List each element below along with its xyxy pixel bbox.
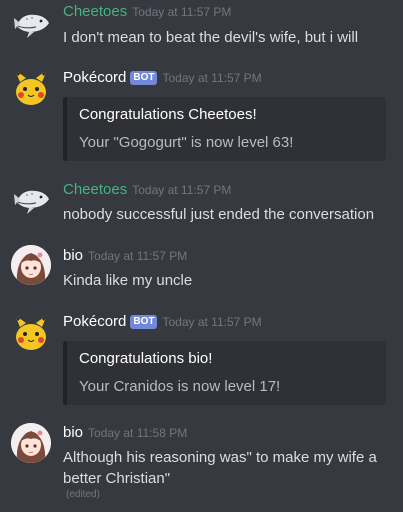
bio-avatar[interactable] [11, 423, 51, 463]
pokecord-avatar[interactable] [11, 68, 51, 108]
author-name[interactable]: Pokécord [63, 69, 126, 86]
author-name[interactable]: Cheetoes [63, 181, 127, 198]
timestamp: Today at 11:58 PM [88, 426, 188, 440]
level-up-embed: Congratulations Cheetoes! Your "Gogogurt… [63, 97, 386, 161]
anime-girl-icon [11, 423, 51, 463]
timestamp: Today at 11:57 PM [132, 183, 232, 197]
embed-title: Congratulations Cheetoes! [79, 106, 257, 123]
timestamp: Today at 11:57 PM [132, 5, 232, 19]
anime-girl-icon [11, 245, 51, 285]
bio-avatar[interactable] [11, 245, 51, 285]
whale-shark-icon [14, 14, 49, 38]
message-text: I don't mean to beat the devil's wife, b… [63, 29, 359, 46]
embed-title: Congratulations bio! [79, 350, 213, 367]
embed-description: Your "Gogogurt" is now level 63! [79, 134, 294, 151]
author-name[interactable]: bio [63, 424, 83, 441]
bot-badge: BOT [130, 71, 158, 85]
author-name[interactable]: Cheetoes [63, 3, 127, 20]
timestamp: Today at 11:57 PM [162, 71, 262, 85]
embed-description: Your Cranidos is now level 17! [79, 378, 281, 395]
pokecord-avatar[interactable] [11, 313, 51, 353]
message-bio-2: bio Today at 11:58 PM Although his reason… [0, 420, 403, 512]
edited-label: (edited) [66, 489, 100, 500]
message-text: Kinda like my uncle [63, 272, 193, 289]
pikachu-icon [15, 315, 47, 350]
timestamp: Today at 11:57 PM [88, 249, 188, 263]
cheetoes-avatar[interactable] [11, 4, 51, 44]
message-cheetoes-1: Cheetoes Today at 11:57 PM I don't mean t… [0, 0, 403, 50]
message-text: Although his reasoning was" to make my w… [63, 447, 393, 501]
message-body: Although his reasoning was" to make my w… [63, 449, 377, 487]
author-name[interactable]: bio [63, 247, 83, 264]
timestamp: Today at 11:57 PM [162, 315, 262, 329]
message-pokecord-2: Pokécord BOT Today at 11:57 PM Congratulat… [0, 309, 403, 409]
whale-shark-icon [14, 190, 49, 214]
message-bio-1: bio Today at 11:57 PM Kinda like my uncle [0, 242, 403, 292]
author-name[interactable]: Pokécord [63, 313, 126, 330]
bot-badge: BOT [130, 315, 158, 329]
pikachu-icon [15, 70, 47, 105]
message-cheetoes-2: Cheetoes Today at 11:57 PM nobody success… [0, 176, 403, 226]
level-up-embed: Congratulations bio! Your Cranidos is no… [63, 341, 386, 405]
cheetoes-avatar[interactable] [11, 180, 51, 220]
message-pokecord-1: Pokécord BOT Today at 11:57 PM Congratulat… [0, 64, 403, 164]
message-text: nobody successful just ended the convers… [63, 206, 375, 223]
